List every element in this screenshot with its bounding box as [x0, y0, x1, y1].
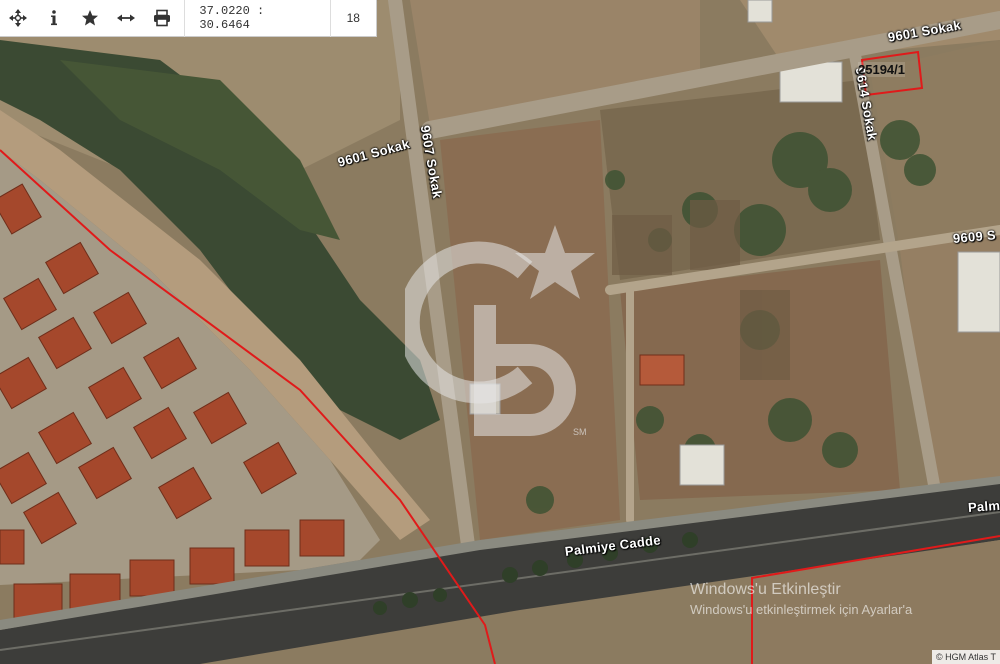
- parcel-label[interactable]: 25194/1: [858, 62, 905, 77]
- info-tool-button[interactable]: [36, 0, 72, 37]
- favorite-star-icon: [82, 10, 99, 26]
- pan-icon: [9, 9, 28, 27]
- print-tool-button[interactable]: [144, 0, 180, 37]
- windows-activation-watermark: Windows'u Etkinleştir Windows'u etkinleş…: [690, 580, 912, 620]
- map-toolbar: 37.0220 : 30.6464 18: [0, 0, 377, 37]
- road-label-palm: Palm: [967, 497, 1000, 515]
- map-credit[interactable]: © HGM Atlas T: [932, 650, 1000, 664]
- print-icon: [154, 9, 171, 27]
- windows-activation-title: Windows'u Etkinleştir: [690, 581, 841, 598]
- measure-icon: [117, 14, 136, 22]
- coordinate-readout: 37.0220 : 30.6464: [184, 0, 329, 37]
- zoom-level: 18: [329, 0, 376, 37]
- pan-tool-button[interactable]: [0, 0, 36, 37]
- info-icon: [51, 10, 58, 26]
- measure-tool-button[interactable]: [108, 0, 144, 37]
- windows-activation-subtitle: Windows'u etkinleştirmek için Ayarlar'a: [690, 602, 913, 617]
- favorite-tool-button[interactable]: [72, 0, 108, 37]
- cb-logo-watermark: SM: [405, 225, 595, 437]
- logo-mark-text: SM: [573, 427, 587, 437]
